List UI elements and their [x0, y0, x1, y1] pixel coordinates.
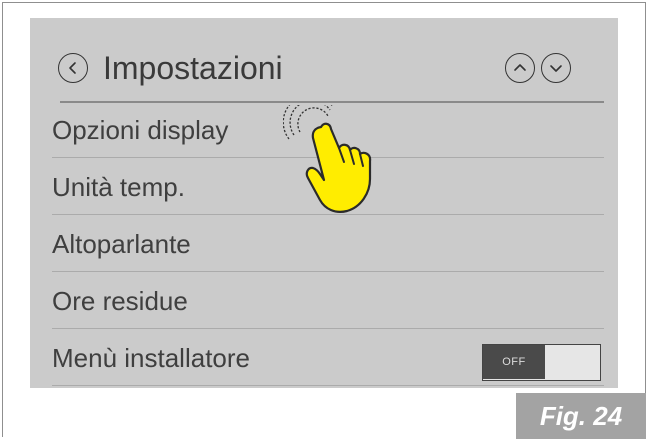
chevron-up-icon [514, 64, 526, 71]
divider [52, 328, 604, 329]
figure-caption: Fig. 24 [516, 393, 646, 439]
menu-item-label: Opzioni display [52, 115, 229, 145]
back-button[interactable] [58, 53, 88, 83]
scroll-up-button[interactable] [505, 53, 535, 83]
toggle-state-label: OFF [502, 356, 526, 368]
menu-item-ore-residue[interactable]: Ore residue [30, 273, 618, 330]
divider [52, 271, 604, 272]
chevron-down-icon [550, 65, 562, 72]
chevron-left-icon [69, 62, 76, 74]
scroll-down-button[interactable] [541, 53, 571, 83]
toggle-knob: OFF [483, 345, 545, 379]
menu-item-label: Altoparlante [52, 229, 191, 259]
installer-menu-toggle[interactable]: OFF [482, 344, 601, 381]
menu-item-label: Ore residue [52, 286, 188, 316]
menu-item-label: Unità temp. [52, 172, 185, 202]
menu-item-label: Menù installatore [52, 343, 250, 373]
menu-item-altoparlante[interactable]: Altoparlante [30, 216, 618, 273]
tap-hand-icon [283, 105, 372, 213]
divider [52, 385, 604, 386]
header: Impostazioni [30, 18, 618, 103]
page-title: Impostazioni [103, 50, 283, 86]
